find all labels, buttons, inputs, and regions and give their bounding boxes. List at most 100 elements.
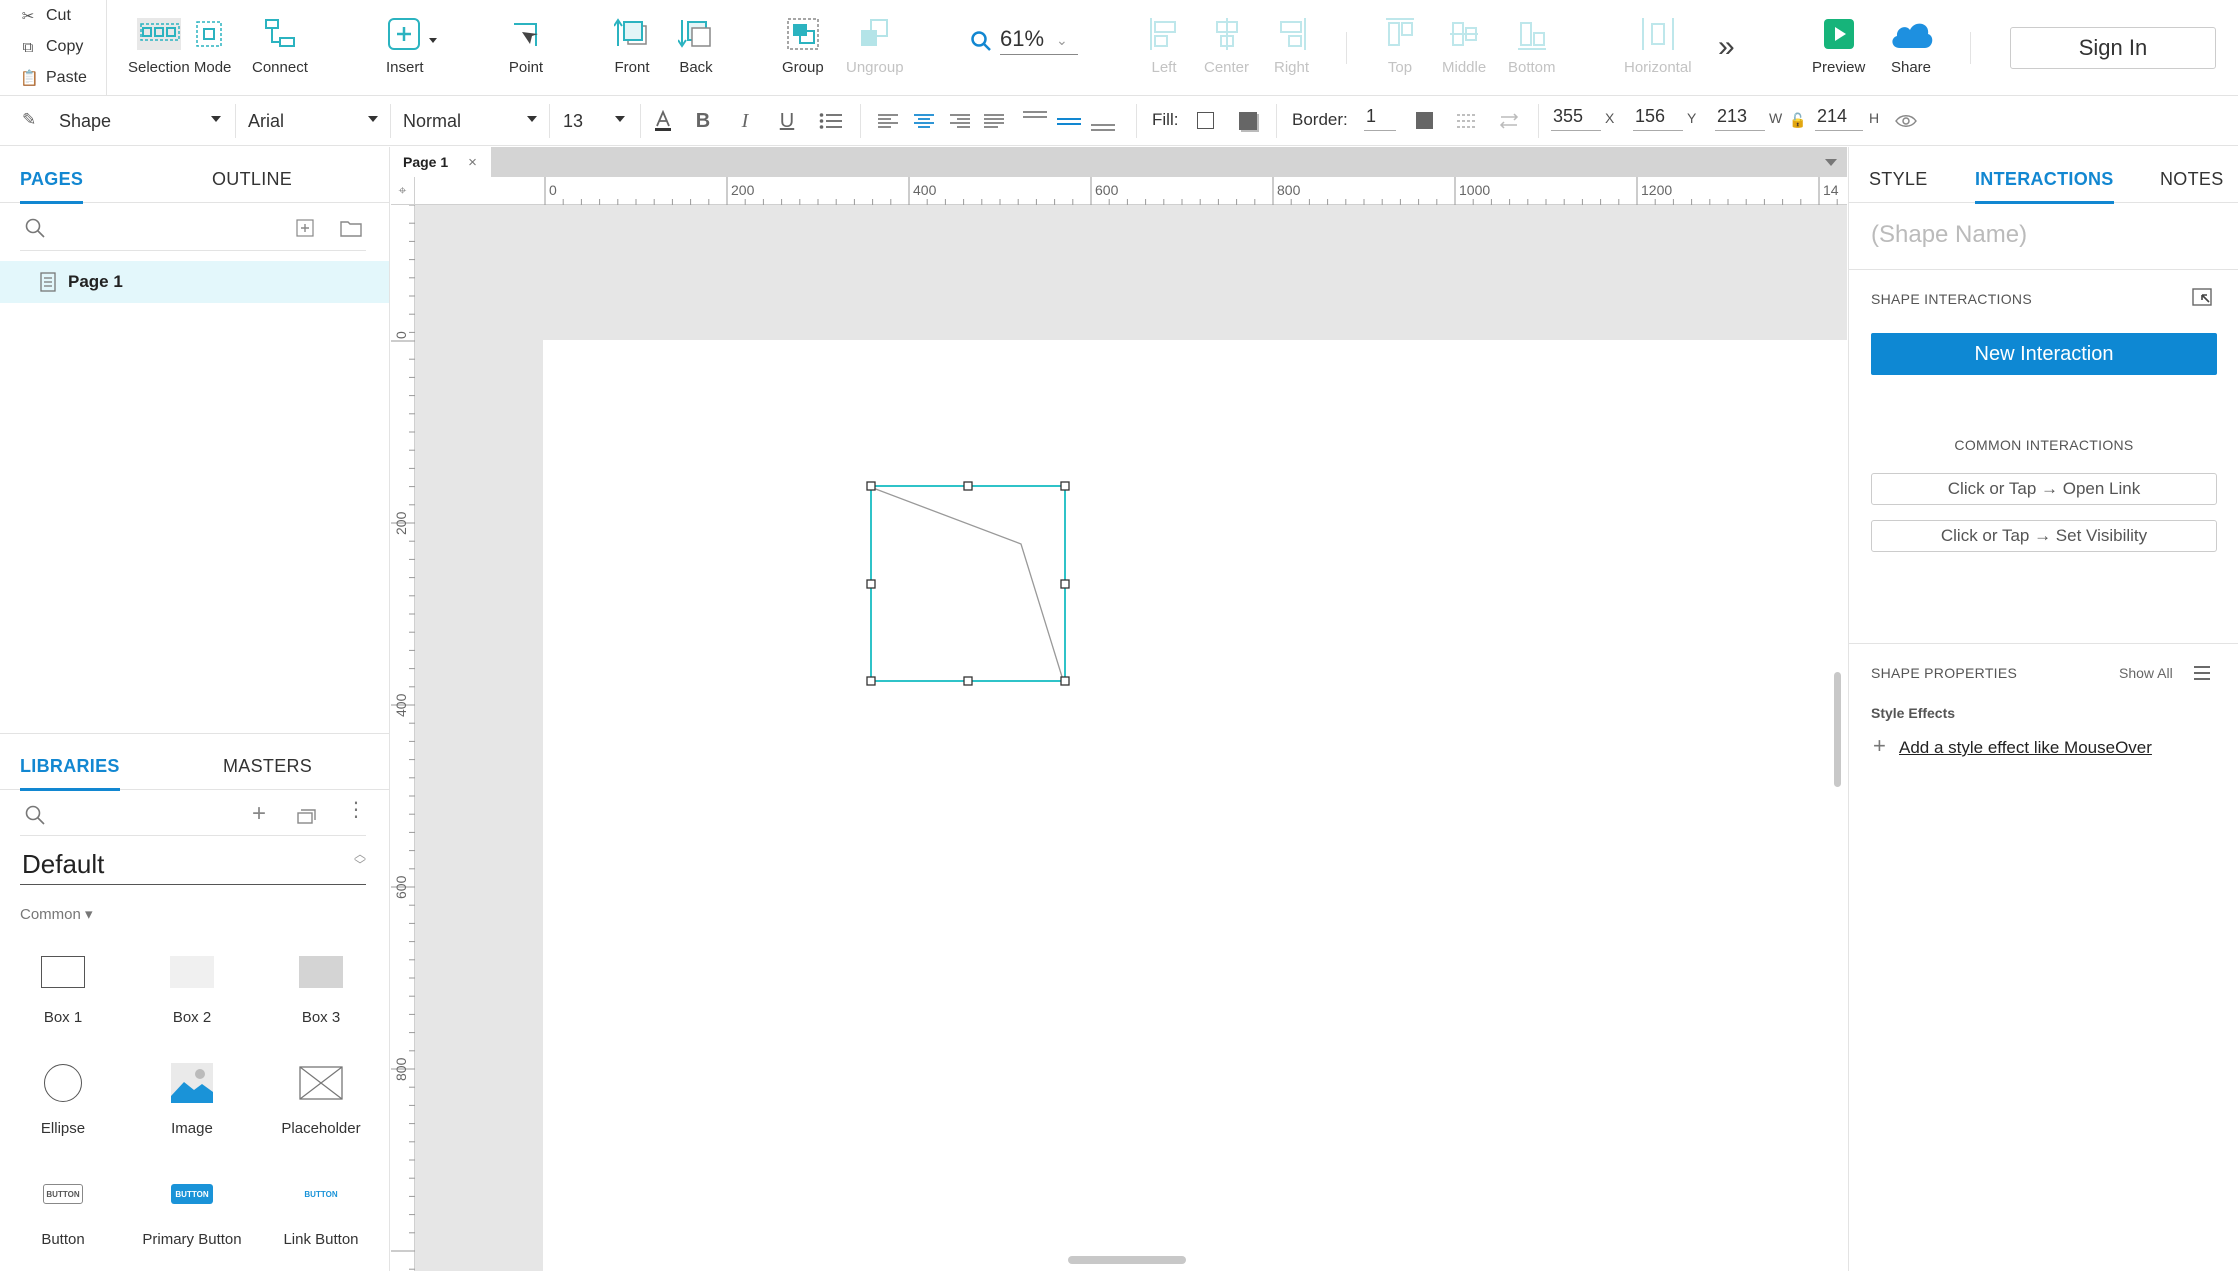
widget-box-2[interactable]: Box 2 bbox=[132, 947, 252, 1026]
insert-button[interactable]: Insert bbox=[386, 12, 444, 76]
distribute-horizontal-button[interactable]: Horizontal bbox=[1624, 12, 1692, 76]
y-position-input[interactable]: 156 bbox=[1633, 106, 1683, 131]
widget-placeholder[interactable]: Placeholder bbox=[261, 1058, 381, 1137]
border-color-swatch[interactable] bbox=[1416, 112, 1433, 129]
add-style-effect-link[interactable]: Add a style effect like MouseOver bbox=[1899, 738, 2152, 758]
vertical-scrollbar[interactable] bbox=[1834, 672, 1841, 787]
sign-in-button[interactable]: Sign In bbox=[2010, 27, 2216, 69]
share-button[interactable]: Share bbox=[1888, 12, 1934, 76]
font-weight-select[interactable]: Normal bbox=[403, 108, 537, 134]
align-text-justify-button[interactable] bbox=[982, 108, 1006, 134]
height-input[interactable]: 214 bbox=[1815, 106, 1863, 131]
fill-color-swatch[interactable] bbox=[1197, 112, 1214, 129]
preview-button[interactable]: Preview bbox=[1812, 12, 1865, 76]
widget-link-button[interactable]: BUTTON Link Button bbox=[261, 1169, 381, 1249]
underline-button[interactable]: U bbox=[776, 108, 798, 134]
widget-box-1[interactable]: Box 1 bbox=[3, 947, 123, 1026]
align-left-button[interactable]: Left bbox=[1148, 12, 1180, 76]
align-top-button[interactable]: Top bbox=[1384, 12, 1416, 76]
chevron-down-icon[interactable]: ⌄ bbox=[1056, 32, 1068, 49]
font-family-select[interactable]: Arial bbox=[248, 108, 378, 134]
align-text-center-button[interactable] bbox=[912, 108, 936, 134]
align-center-button[interactable]: Center bbox=[1204, 12, 1249, 76]
search-icon[interactable] bbox=[24, 804, 46, 826]
libraries-tabs: LIBRARIES MASTERS bbox=[0, 734, 389, 791]
library-stack-icon[interactable] bbox=[296, 807, 318, 825]
bullet-list-button[interactable] bbox=[818, 108, 844, 134]
new-interaction-button[interactable]: New Interaction bbox=[1871, 333, 2217, 375]
plus-icon[interactable]: + bbox=[1873, 733, 1886, 759]
border-width-input[interactable]: 1 bbox=[1364, 106, 1396, 131]
copy-button[interactable]: ⧉ Copy bbox=[20, 33, 84, 61]
lock-icon[interactable]: 🔓 bbox=[1789, 112, 1806, 129]
page-list-item[interactable]: Page 1 bbox=[0, 261, 389, 303]
show-all-link[interactable]: Show All bbox=[2119, 665, 2173, 681]
canvas-area[interactable]: Page 1 × 0 200 400 600 800 1000 1200 14 … bbox=[391, 147, 1847, 1271]
ruler-origin-icon[interactable]: ⌖ bbox=[391, 177, 415, 205]
align-right-button[interactable]: Right bbox=[1274, 12, 1309, 76]
close-icon[interactable]: × bbox=[468, 154, 477, 171]
valign-bottom-button[interactable] bbox=[1090, 108, 1116, 134]
style-select[interactable]: Shape bbox=[59, 108, 221, 134]
shape-name-input[interactable]: (Shape Name) bbox=[1871, 221, 2027, 249]
font-color-button[interactable] bbox=[652, 108, 674, 134]
align-text-right-button[interactable] bbox=[948, 108, 972, 134]
edit-style-icon[interactable]: ✎ bbox=[22, 110, 36, 130]
set-visibility-interaction-button[interactable]: Click or Tap → Set Visibility bbox=[1871, 520, 2217, 552]
paste-button[interactable]: 📋 Paste bbox=[20, 64, 87, 92]
shadow-swatch[interactable] bbox=[1239, 112, 1257, 130]
folder-icon[interactable] bbox=[340, 219, 362, 237]
selection-mode-button[interactable]: Selection Mode bbox=[128, 12, 231, 76]
align-middle-button[interactable]: Middle bbox=[1442, 12, 1486, 76]
bold-button[interactable]: B bbox=[692, 108, 714, 134]
library-category[interactable]: Common ▾ bbox=[20, 905, 93, 923]
send-back-button[interactable]: Back bbox=[678, 12, 714, 76]
group-button[interactable]: Group bbox=[782, 12, 824, 76]
widget-box-3[interactable]: Box 3 bbox=[261, 947, 381, 1026]
point-button[interactable]: Point bbox=[508, 12, 544, 76]
resize-handles[interactable] bbox=[866, 481, 1070, 686]
tab-pages[interactable]: PAGES bbox=[20, 169, 84, 204]
box-1-thumb bbox=[41, 956, 85, 988]
add-page-icon[interactable] bbox=[296, 219, 314, 237]
tab-notes[interactable]: NOTES bbox=[2160, 169, 2224, 190]
add-library-icon[interactable]: + bbox=[252, 800, 266, 828]
italic-button[interactable]: I bbox=[734, 108, 756, 134]
valign-middle-button[interactable] bbox=[1056, 108, 1082, 134]
ungroup-button[interactable]: Ungroup bbox=[846, 12, 904, 76]
align-text-left-button[interactable] bbox=[876, 108, 900, 134]
page-tab[interactable]: Page 1 × bbox=[391, 147, 491, 177]
search-icon[interactable] bbox=[24, 217, 46, 239]
zoom-control[interactable]: 61% ⌄ bbox=[970, 26, 1078, 55]
align-bottom-button[interactable]: Bottom bbox=[1508, 12, 1556, 76]
interaction-editor-icon[interactable] bbox=[2192, 288, 2214, 308]
more-options-icon[interactable]: ⋮ bbox=[346, 800, 366, 820]
widget-ellipse[interactable]: Ellipse bbox=[3, 1058, 123, 1137]
page-tabs-menu-icon[interactable] bbox=[1825, 159, 1837, 166]
border-style-icon[interactable] bbox=[1456, 112, 1478, 130]
bring-front-button[interactable]: Front bbox=[614, 12, 650, 76]
tab-interactions[interactable]: INTERACTIONS bbox=[1975, 169, 2114, 204]
tab-style[interactable]: STYLE bbox=[1869, 169, 1928, 190]
connect-button[interactable]: Connect bbox=[252, 12, 308, 76]
valign-top-button[interactable] bbox=[1022, 108, 1048, 134]
widget-button[interactable]: BUTTON Button bbox=[3, 1169, 123, 1248]
horizontal-scrollbar[interactable] bbox=[1068, 1256, 1186, 1264]
tab-outline[interactable]: OUTLINE bbox=[212, 169, 292, 190]
x-position-input[interactable]: 355 bbox=[1551, 106, 1601, 131]
open-link-interaction-button[interactable]: Click or Tap → Open Link bbox=[1871, 473, 2217, 505]
tab-masters[interactable]: MASTERS bbox=[223, 756, 312, 777]
selected-shape[interactable] bbox=[865, 479, 1077, 689]
font-size-select[interactable]: 13 bbox=[563, 108, 625, 134]
widget-primary-button[interactable]: BUTTON Primary Button bbox=[132, 1169, 252, 1248]
widget-image[interactable]: Image bbox=[132, 1058, 252, 1137]
more-tools-icon[interactable]: » bbox=[1718, 30, 1735, 64]
eye-icon[interactable] bbox=[1895, 113, 1917, 129]
menu-icon[interactable] bbox=[2193, 665, 2211, 681]
page-canvas[interactable] bbox=[543, 340, 1847, 1271]
arrow-style-icon[interactable] bbox=[1498, 112, 1520, 130]
width-input[interactable]: 213 bbox=[1715, 106, 1765, 131]
cut-button[interactable]: ✂ Cut bbox=[20, 2, 71, 30]
tab-libraries[interactable]: LIBRARIES bbox=[20, 756, 120, 791]
library-select[interactable]: Default ︿ ﹀ bbox=[20, 845, 366, 885]
